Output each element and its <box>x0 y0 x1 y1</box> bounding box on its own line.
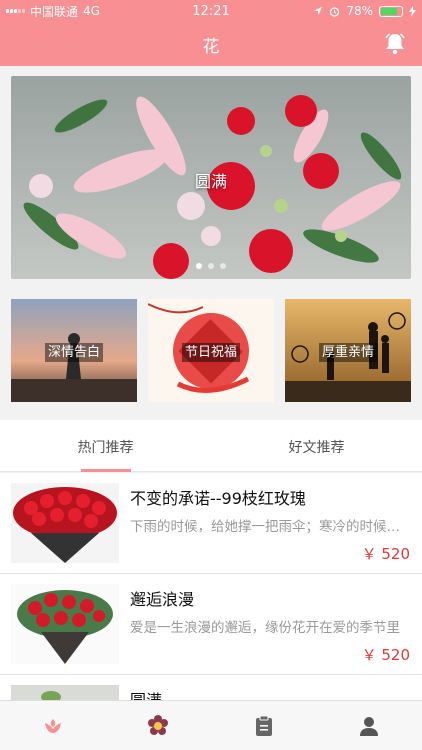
banner-carousel[interactable]: 圆满 <box>11 76 411 279</box>
nav-bar: 花 <box>0 22 422 66</box>
category-label: 深情告白 <box>44 343 103 362</box>
page-title: 花 <box>202 36 220 57</box>
tabbar-flower[interactable] <box>106 701 212 750</box>
category-label: 厚重亲情 <box>318 343 377 362</box>
carousel-dot <box>196 263 202 269</box>
status-bar: 中国联通 4G 12:21 78% <box>0 0 422 22</box>
product-description: 下雨的时候，给她撑一把雨伞；寒冷的时候，给她一个温暖的怀抱 <box>130 519 412 535</box>
product-name: 圆满 <box>130 691 163 701</box>
tabbar-orders[interactable] <box>211 701 317 750</box>
product-thumbnail <box>11 685 119 701</box>
category-row: 深情告白 节日祝福 厚重亲情 <box>11 299 411 402</box>
product-name: 邂逅浪漫 <box>130 590 195 609</box>
list-item[interactable]: 不变的承诺--99枝红玫瑰 下雨的时候，给她撑一把雨伞；寒冷的时候，给她一个温暖… <box>0 473 422 574</box>
product-description: 爱是一生浪漫的邂逅，缘份花开在爱的季节里 <box>130 620 400 636</box>
bottom-tab-bar <box>0 700 422 750</box>
carousel-dots <box>11 263 411 269</box>
product-price: ￥ 520 <box>361 646 410 664</box>
category-label: 节日祝福 <box>181 343 240 362</box>
product-name: 不变的承诺--99枝红玫瑰 <box>130 489 306 508</box>
category-card-festival[interactable]: 节日祝福 <box>148 299 274 402</box>
product-thumbnail <box>11 584 119 664</box>
tab-hot-recommend[interactable]: 热门推荐 <box>0 420 211 471</box>
product-price: ￥ 520 <box>361 545 410 563</box>
status-time: 12:21 <box>192 3 230 19</box>
carousel-dot <box>208 263 214 269</box>
carousel-dot <box>220 263 226 269</box>
list-item[interactable]: 圆满 <box>0 675 422 701</box>
list-item[interactable]: 邂逅浪漫 爱是一生浪漫的邂逅，缘份花开在爱的季节里 ￥ 520 <box>0 574 422 675</box>
banner-caption: 圆满 <box>194 172 227 191</box>
category-card-confession[interactable]: 深情告白 <box>11 299 137 402</box>
bell-icon[interactable] <box>382 31 408 57</box>
user-icon <box>360 716 379 736</box>
clipboard-icon <box>255 715 272 736</box>
product-thumbnail <box>11 483 119 563</box>
tab-article-recommend[interactable]: 好文推荐 <box>211 420 422 471</box>
content-tabs: 热门推荐 好文推荐 <box>0 420 422 472</box>
flower-home-icon <box>44 718 61 733</box>
product-list: 不变的承诺--99枝红玫瑰 下雨的时候，给她撑一把雨伞；寒冷的时候，给她一个温暖… <box>0 473 422 701</box>
tabbar-profile[interactable] <box>317 701 422 750</box>
battery-icon <box>379 5 403 17</box>
flower-icon <box>148 714 169 735</box>
category-card-family[interactable]: 厚重亲情 <box>285 299 411 402</box>
tabbar-home[interactable] <box>0 701 106 750</box>
